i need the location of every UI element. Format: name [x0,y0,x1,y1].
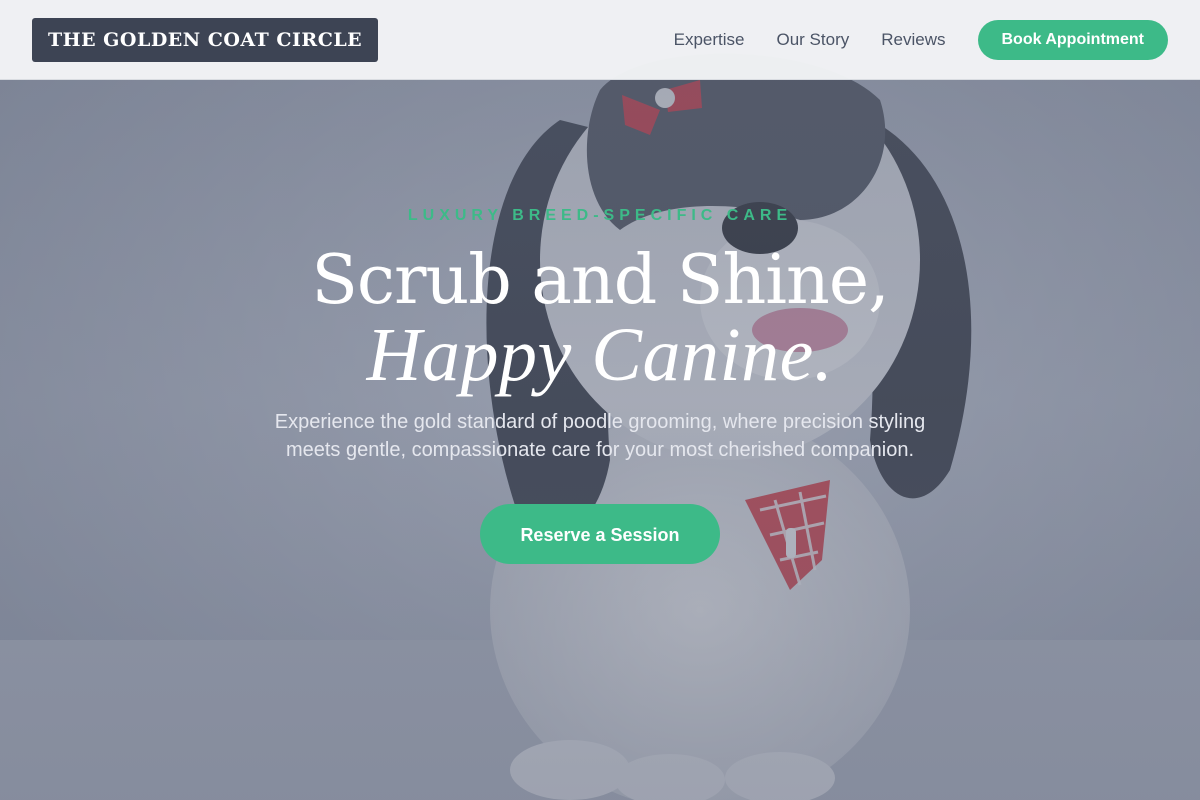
hero-content: LUXURY BREED-SPECIFIC CARE Scrub and Shi… [200,200,1000,564]
main-nav: Expertise Our Story Reviews Book Appoint… [674,20,1168,60]
hero-subtitle: Experience the gold standard of poodle g… [274,411,926,461]
brand-logo[interactable]: THE GOLDEN COAT CIRCLE [32,18,379,62]
nav-link-expertise[interactable]: Expertise [674,30,745,50]
hero-eyebrow: LUXURY BREED-SPECIFIC CARE [407,207,793,224]
hero-headline-line1: Scrub and Shine, [311,241,889,320]
site-header: THE GOLDEN COAT CIRCLE Expertise Our Sto… [0,0,1200,80]
hero-headline: Scrub and Shine, Happy Canine. [200,241,1000,397]
nav-link-reviews[interactable]: Reviews [881,30,945,50]
page: THE GOLDEN COAT CIRCLE Expertise Our Sto… [0,0,1200,800]
book-appointment-button[interactable]: Book Appointment [977,20,1168,60]
nav-link-our-story[interactable]: Our Story [777,30,850,50]
reserve-session-button[interactable]: Reserve a Session [480,504,720,564]
hero-headline-line2: Happy Canine. [366,313,834,397]
